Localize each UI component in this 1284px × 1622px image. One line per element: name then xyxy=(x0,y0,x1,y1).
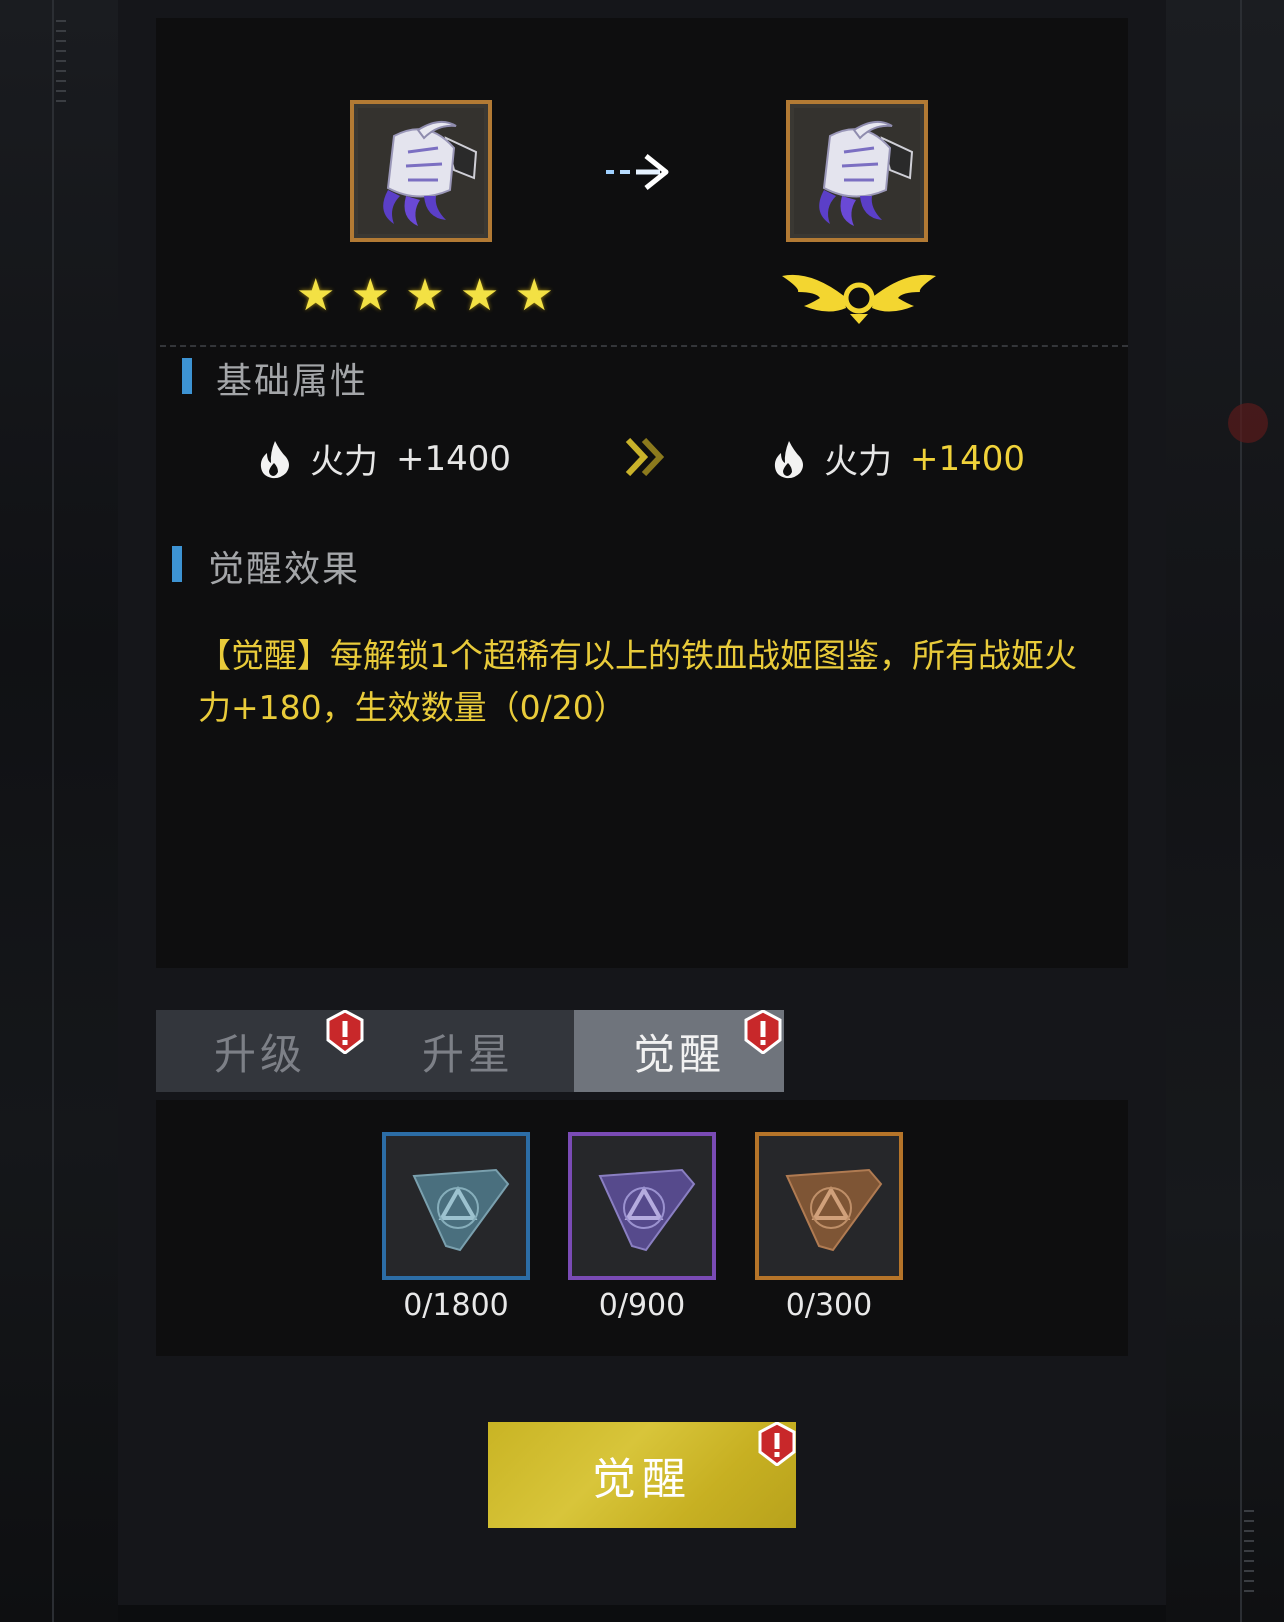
awaken-effect-text: 【觉醒】每解锁1个超稀有以上的铁血战姬图鉴，所有战姬火力+180，生效数量（0/… xyxy=(198,636,1077,727)
alert-badge-icon xyxy=(326,1010,364,1054)
winged-emblem-icon xyxy=(782,274,936,324)
section-title-basic-attr: 基础属性 xyxy=(216,361,369,402)
frame-ticks xyxy=(56,20,66,110)
star-icon: ★ xyxy=(514,270,554,321)
background-right xyxy=(1166,0,1284,1622)
purple-awaken-crystal-icon xyxy=(598,1168,696,1252)
background-notification-dot xyxy=(1228,403,1268,443)
material-slot-purple[interactable] xyxy=(568,1132,716,1280)
star-rating: ★ ★ ★ ★ ★ xyxy=(296,272,554,320)
double-chevron-right-icon xyxy=(625,438,665,476)
equipment-before-slot[interactable] xyxy=(350,100,492,242)
attr-value: +1400 xyxy=(910,438,1026,479)
frame-edge xyxy=(52,0,54,1622)
material-count: 0/300 xyxy=(785,1288,873,1323)
frame-edge xyxy=(1240,0,1242,1622)
claw-gauntlet-icon xyxy=(358,108,484,234)
attr-before: 火力 +1400 xyxy=(258,434,511,483)
section-marker xyxy=(182,358,192,394)
frame-ticks xyxy=(1244,1510,1254,1600)
material-slot-blue[interactable] xyxy=(382,1132,530,1280)
section-marker xyxy=(172,546,182,582)
attr-label: 火力 xyxy=(824,442,892,482)
blue-awaken-crystal-icon xyxy=(412,1168,510,1252)
divider xyxy=(160,345,1128,347)
star-icon: ★ xyxy=(459,270,500,321)
attr-value: +1400 xyxy=(396,438,512,479)
material-count: 0/900 xyxy=(598,1288,686,1323)
tab-star-up[interactable]: 升星 xyxy=(364,1010,572,1092)
alert-badge-icon xyxy=(758,1422,796,1466)
star-icon: ★ xyxy=(405,270,445,321)
section-title-awaken-effect: 觉醒效果 xyxy=(208,549,361,590)
material-slot-orange[interactable] xyxy=(755,1132,903,1280)
background-left xyxy=(0,0,118,1622)
dashed-arrow-right-icon xyxy=(606,154,669,190)
attr-after: 火力 +1400 xyxy=(772,434,1025,483)
attr-label: 火力 xyxy=(310,442,378,482)
fire-icon xyxy=(260,440,289,478)
claw-gauntlet-icon xyxy=(794,108,920,234)
orange-awaken-crystal-icon xyxy=(785,1168,883,1252)
star-icon: ★ xyxy=(296,270,336,321)
alert-badge-icon xyxy=(744,1010,782,1054)
material-count: 0/1800 xyxy=(403,1288,509,1323)
awaken-button[interactable]: 觉醒 xyxy=(488,1422,796,1528)
equipment-after-slot[interactable] xyxy=(786,100,928,242)
tab-bar: 升级 升星 觉醒 xyxy=(156,1010,784,1092)
star-icon: ★ xyxy=(350,270,391,321)
fire-icon xyxy=(774,440,803,478)
